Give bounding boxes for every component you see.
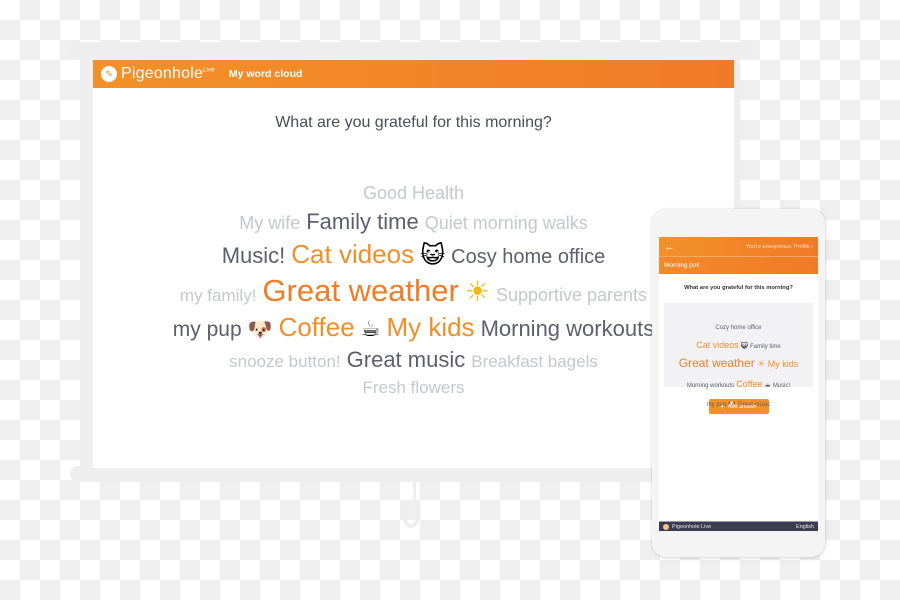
word-cloud-row: snooze button! Great music Breakfast bagel… [93,349,734,371]
smiling-cat-icon: 😺 [740,342,749,351]
word-cloud-row: Great weather ☀ My kids [664,353,813,372]
word-cloud-word: Cozy home office [715,325,762,331]
coffee-icon: ☕ [764,380,771,389]
word-cloud-row: Fresh flowers [93,379,734,397]
pigeonhole-logo-icon: ✎ [101,66,117,82]
word-cloud-word: my family! [179,286,257,305]
dog-icon: 🐶 [247,317,273,341]
word-cloud-word: Morning workouts [686,382,735,389]
word-cloud-word: Cosy home office [451,246,606,268]
word-cloud-row: my pup 🐶 Coffee ☕ My kids Morning workouts [93,314,734,341]
word-cloud-word: Coffee [278,312,355,342]
smiling-cat-icon: 😺 [420,241,446,269]
footer-brand-label: Pigeonhole Live [672,523,712,530]
word-cloud-word: Great weather [678,356,755,371]
word-cloud-word: Great music [346,347,466,372]
word-cloud-word: My kids [767,359,799,370]
word-cloud-word: Coffee [736,378,763,389]
phone-header: ← You're anonymous. Profile › [659,237,818,256]
word-cloud-word: Cat videos [696,340,739,351]
section-title: Morning poll [659,256,818,274]
phone-word-cloud: Cozy home office Cat videos 😺 Family time Gr… [664,303,813,408]
profile-link[interactable]: You're anonymous. Profile › [746,244,813,250]
word-cloud-word: My kids [386,312,475,342]
poll-question: What are you grateful for this morning? [275,114,552,131]
word-cloud: Good Health My wife Family time Quiet morni… [93,184,734,405]
presentation-screen: ✎ PigeonholeLive My word cloud What are … [93,60,734,468]
brand-logo: PigeonholeLive [121,65,215,83]
sun-icon: ☀ [756,359,766,371]
language-selector[interactable]: English [796,524,814,530]
phone-screen: ← You're anonymous. Profile › Morning po… [659,237,818,531]
plus-icon: + [720,402,725,411]
word-cloud-row: My wife Family time Quiet morning walks [93,211,734,233]
pull-ring[interactable] [402,500,420,528]
word-cloud-word: Good Health [362,183,465,203]
word-cloud-row: Cozy home office [664,315,813,334]
word-cloud-word: My wife [239,213,301,233]
word-cloud-word: Supportive parents [495,285,648,305]
phone-poll-question: What are you grateful for this morning? [684,285,793,291]
back-arrow-icon[interactable]: ← [664,241,675,253]
footer-brand[interactable]: Pigeonhole Live [663,523,712,530]
word-cloud-word: my pup [172,318,242,341]
phone-mockup: ← You're anonymous. Profile › Morning po… [652,209,825,557]
word-cloud-word: Fresh flowers [362,378,465,397]
word-cloud-word: Great weather [262,273,459,308]
session-title: My word cloud [228,68,303,80]
phone-footer: Pigeonhole Live English [659,521,818,531]
word-cloud-row: my family! Great weather ☀ Supportive paren… [93,275,734,306]
word-cloud-row: Good Health [93,184,734,203]
pigeonhole-logo-icon [663,523,669,530]
presentation-header: ✎ PigeonholeLive My word cloud [93,60,734,88]
word-cloud-word: Morning workouts [480,316,655,341]
word-cloud-word: Breakfast bagels [471,352,598,371]
word-cloud-row: Music! Cat videos 😺 Cosy home office [93,241,734,267]
word-cloud-word: Cat videos [291,239,415,269]
word-cloud-word: snooze button! [229,352,341,371]
word-cloud-word: Family time [306,209,419,234]
word-cloud-word: Quiet morning walks [424,213,588,233]
add-answer-label: Add answer [727,403,757,410]
brand-name: Pigeonhole [121,65,204,82]
word-cloud-word: Music! [221,243,286,268]
word-cloud-word: Family time [750,344,781,351]
coffee-icon: ☕ [360,317,381,342]
sun-icon: ☀ [464,275,490,308]
word-cloud-row: Morning workouts Coffee ☕ Music! [664,373,813,392]
word-cloud-row: Cat videos 😺 Family time [664,334,813,353]
brand-suffix: Live [203,67,215,74]
word-cloud-word: Music! [772,382,791,389]
